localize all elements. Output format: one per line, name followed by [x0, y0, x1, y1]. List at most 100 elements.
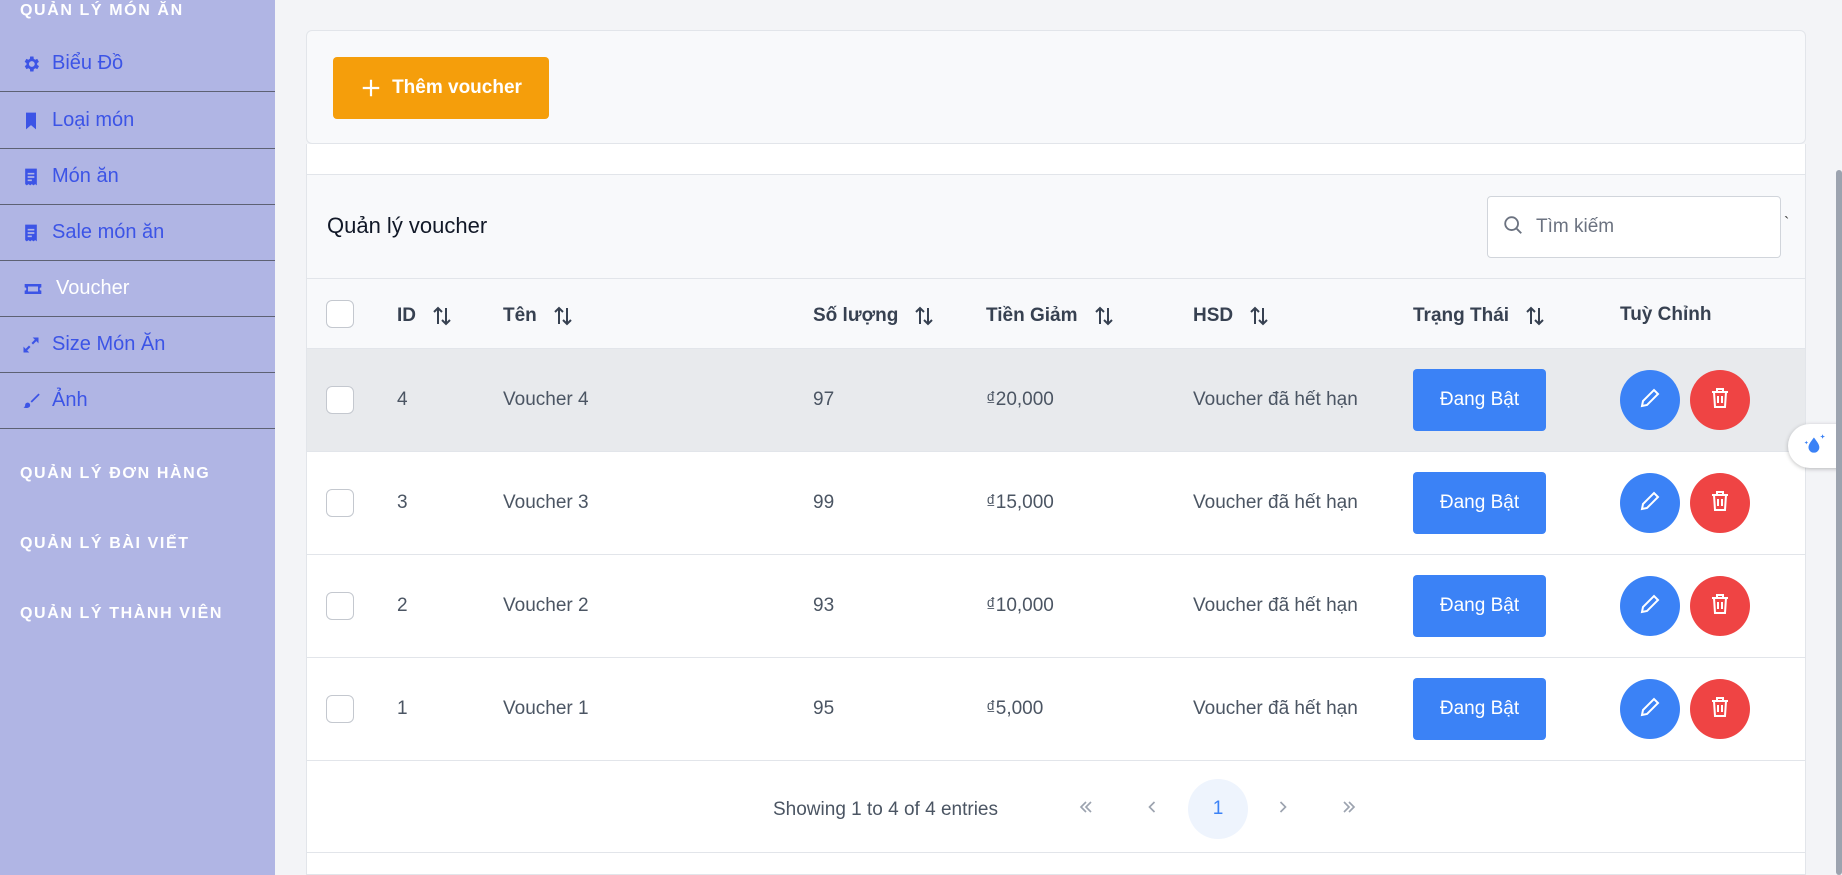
voucher-table-card: Quản lý voucher ` ID Tên Số lượng: [306, 174, 1806, 875]
search-box[interactable]: [1487, 196, 1781, 258]
sidebar-item-label: Size Món Ăn: [52, 333, 166, 355]
section-title-members[interactable]: QUẢN LÝ THÀNH VIÊN: [20, 605, 223, 623]
sidebar: QUẢN LÝ MÓN ĂN Biểu Đồ Loại món Món ăn S…: [0, 0, 275, 875]
edit-button[interactable]: [1620, 576, 1680, 636]
add-voucher-button[interactable]: Thêm voucher: [333, 57, 549, 119]
edit-button[interactable]: [1620, 473, 1680, 533]
pencil-icon: [1638, 592, 1662, 621]
delete-button[interactable]: [1690, 370, 1750, 430]
sort-icon[interactable]: [551, 304, 575, 328]
sidebar-item-size[interactable]: Size Món Ăn: [0, 317, 275, 373]
trash-icon: [1708, 489, 1732, 518]
plus-icon: [360, 77, 382, 99]
sidebar-item-label: Ảnh: [52, 389, 88, 411]
cell-name: Voucher 2: [503, 595, 589, 616]
column-header-id[interactable]: ID: [397, 304, 454, 328]
cell-name: Voucher 3: [503, 492, 589, 513]
table-title: Quản lý voucher: [327, 213, 488, 238]
section-title-orders[interactable]: QUẢN LÝ ĐƠN HÀNG: [20, 465, 210, 483]
section-title-food: QUẢN LÝ MÓN ĂN: [20, 2, 184, 19]
delete-button[interactable]: [1690, 473, 1750, 533]
first-page-button[interactable]: [1056, 779, 1116, 839]
scrollbar[interactable]: [1836, 170, 1842, 875]
column-header-expiry[interactable]: HSD: [1193, 304, 1271, 328]
cell-expiry: Voucher đã hết hạn: [1193, 389, 1358, 410]
sidebar-item-sale[interactable]: Sale món ăn: [0, 205, 275, 261]
add-voucher-label: Thêm voucher: [392, 77, 522, 98]
spacer: [306, 144, 1806, 174]
cell-quantity: 97: [813, 389, 835, 410]
row-checkbox[interactable]: [326, 592, 354, 620]
cell-discount: ₫15,000: [986, 492, 1054, 513]
sidebar-item-label: Biểu Đồ: [52, 52, 124, 74]
status-toggle-button[interactable]: Đang Bật: [1413, 369, 1546, 431]
sort-icon[interactable]: [1523, 304, 1547, 328]
sidebar-item-label: Voucher: [56, 277, 130, 299]
trash-icon: [1708, 695, 1732, 724]
delete-button[interactable]: [1690, 576, 1750, 636]
sort-icon[interactable]: [1247, 304, 1271, 328]
pencil-icon: [1638, 489, 1662, 518]
sidebar-item-voucher[interactable]: Voucher: [0, 261, 275, 317]
delete-button[interactable]: [1690, 679, 1750, 739]
sidebar-item-label: Loại món: [52, 109, 135, 131]
ticket-icon: [20, 278, 46, 300]
entries-summary: Showing 1 to 4 of 4 entries: [773, 799, 998, 820]
status-toggle-button[interactable]: Đang Bật: [1413, 678, 1546, 740]
cell-expiry: Voucher đã hết hạn: [1193, 492, 1358, 513]
select-all-checkbox[interactable]: [326, 300, 354, 328]
table-header-bar: Quản lý voucher `: [307, 175, 1805, 279]
column-header-discount[interactable]: Tiền Giảm: [986, 304, 1116, 328]
search-input[interactable]: [1536, 216, 1756, 238]
sidebar-item-label: Sale món ăn: [52, 221, 165, 243]
bookmark-icon: [20, 110, 42, 132]
row-checkbox[interactable]: [326, 386, 354, 414]
column-header-quantity[interactable]: Số lượng: [813, 304, 936, 328]
edit-button[interactable]: [1620, 370, 1680, 430]
sidebar-item-images[interactable]: Ảnh: [0, 373, 275, 429]
chevron-right-icon: [1273, 797, 1293, 822]
cell-id: 2: [397, 595, 408, 616]
sort-icon[interactable]: [1092, 304, 1116, 328]
section-title-posts[interactable]: QUẢN LÝ BÀI VIẾT: [20, 535, 190, 553]
trash-icon: [1708, 386, 1732, 415]
page-number-button[interactable]: 1: [1188, 779, 1248, 839]
water-drop-sparkle-icon: [1802, 431, 1828, 462]
row-checkbox[interactable]: [326, 489, 354, 517]
cell-discount: ₫10,000: [986, 595, 1054, 616]
status-toggle-button[interactable]: Đang Bật: [1413, 575, 1546, 637]
cell-discount: ₫20,000: [986, 389, 1054, 410]
pencil-icon: [1638, 386, 1662, 415]
double-chevron-right-icon: [1339, 797, 1359, 822]
floating-widget-button[interactable]: [1788, 424, 1842, 468]
edit-button[interactable]: [1620, 679, 1680, 739]
column-header-status[interactable]: Trạng Thái: [1413, 304, 1547, 328]
cell-name: Voucher 4: [503, 389, 589, 410]
cell-quantity: 93: [813, 595, 835, 616]
pagination: Showing 1 to 4 of 4 entries 1: [307, 765, 1805, 853]
sidebar-item-dishes[interactable]: Món ăn: [0, 149, 275, 205]
column-header-name[interactable]: Tên: [503, 304, 575, 328]
search-icon: [1502, 214, 1524, 241]
table-head: ID Tên Số lượng Tiền Giảm HSD Trạng Thái: [307, 279, 1805, 349]
prev-page-button[interactable]: [1122, 779, 1182, 839]
table-row: 2 Voucher 2 93 ₫10,000 Voucher đã hết hạ…: [307, 555, 1805, 658]
column-header-actions: Tuỳ Chỉnh: [1620, 304, 1712, 325]
table-row: 4 Voucher 4 97 ₫20,000 Voucher đã hết hạ…: [307, 349, 1805, 452]
status-toggle-button[interactable]: Đang Bật: [1413, 472, 1546, 534]
cell-id: 3: [397, 492, 408, 513]
pencil-icon: [1638, 695, 1662, 724]
cell-expiry: Voucher đã hết hạn: [1193, 698, 1358, 719]
table-row: 1 Voucher 1 95 ₫5,000 Voucher đã hết hạn…: [307, 658, 1805, 761]
toolbar-card: Thêm voucher: [306, 30, 1806, 144]
next-page-button[interactable]: [1253, 779, 1313, 839]
sort-icon[interactable]: [430, 304, 454, 328]
row-checkbox[interactable]: [326, 695, 354, 723]
cell-discount: ₫5,000: [986, 698, 1044, 719]
sidebar-item-category[interactable]: Loại món: [0, 93, 275, 149]
sidebar-item-chart[interactable]: Biểu Đồ: [0, 36, 275, 92]
sort-icon[interactable]: [912, 304, 936, 328]
table-row: 3 Voucher 3 99 ₫15,000 Voucher đã hết hạ…: [307, 452, 1805, 555]
last-page-button[interactable]: [1319, 779, 1379, 839]
cell-name: Voucher 1: [503, 698, 589, 719]
